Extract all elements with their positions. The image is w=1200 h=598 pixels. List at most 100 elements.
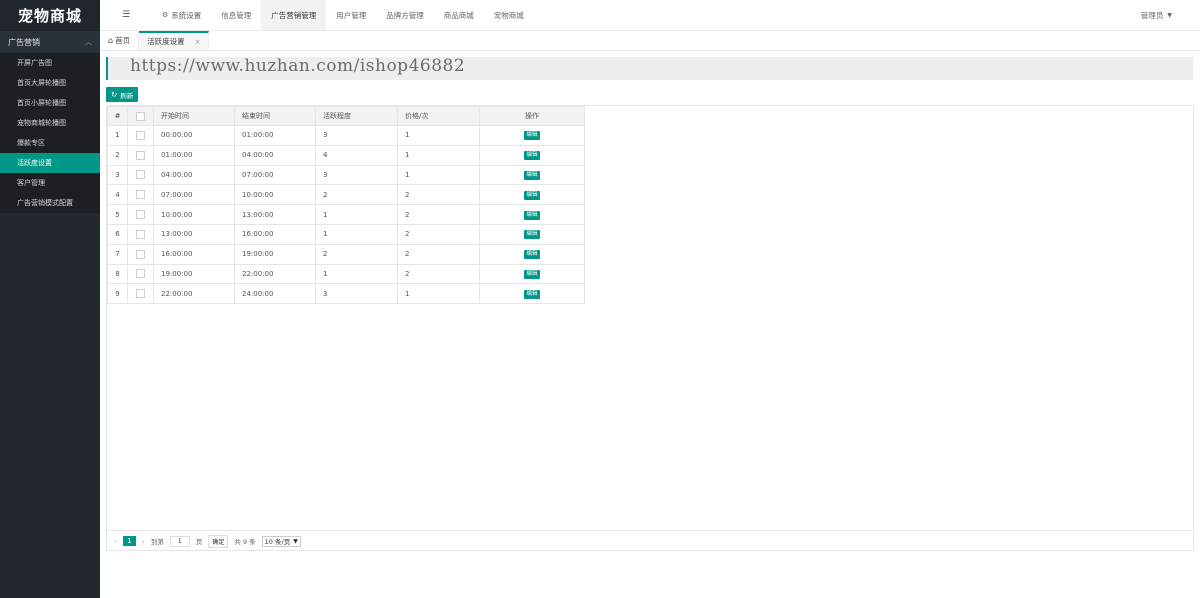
tab-label: 活跃度设置 bbox=[147, 37, 185, 46]
topnav-brand-management[interactable]: 品牌方管理 bbox=[376, 0, 434, 30]
row-activity-level: 2 bbox=[315, 243, 398, 265]
row-activity-level: 2 bbox=[315, 184, 398, 206]
row-end-time: 16:00:00 bbox=[234, 223, 316, 245]
row-checkbox[interactable] bbox=[136, 190, 145, 200]
next-page-icon[interactable]: › bbox=[142, 537, 145, 546]
page-size-select[interactable]: 10 条/页 ▼ bbox=[261, 535, 301, 547]
row-actions: 编辑 bbox=[479, 283, 585, 305]
sidebar-item-home-large-carousel[interactable]: 首页大屏轮播图 bbox=[0, 73, 100, 93]
row-price: 2 bbox=[397, 243, 480, 265]
menu-group-ad-marketing[interactable]: 广告营销 ︿ bbox=[0, 31, 100, 53]
row-index: 4 bbox=[107, 184, 128, 206]
home-icon: ⌂ bbox=[108, 36, 114, 45]
row-activity-level: 4 bbox=[315, 144, 398, 166]
row-index: 2 bbox=[107, 144, 128, 166]
sidebar-item-activity-settings[interactable]: 活跃度设置 bbox=[0, 153, 100, 173]
row-checkbox[interactable] bbox=[136, 210, 145, 220]
edit-button[interactable]: 编辑 bbox=[524, 151, 540, 161]
topnav-system-settings[interactable]: ⚙ 系统设置 bbox=[152, 0, 211, 30]
sidebar-item-splash-ad[interactable]: 开屏广告图 bbox=[0, 53, 100, 73]
sidebar-menu: 开屏广告图 首页大屏轮播图 首页小屏轮播图 宠物商城轮播图 爆款专区 活跃度设置… bbox=[0, 53, 100, 213]
header-activity-level: 活跃程度 bbox=[315, 106, 398, 126]
row-index: 8 bbox=[107, 263, 128, 285]
prev-page-icon[interactable]: ‹ bbox=[114, 537, 117, 546]
topnav-label: 系统设置 bbox=[171, 10, 202, 20]
row-checkbox[interactable] bbox=[136, 289, 145, 299]
row-actions: 编辑 bbox=[479, 223, 585, 245]
row-activity-level: 3 bbox=[315, 164, 398, 186]
edit-button[interactable]: 编辑 bbox=[524, 250, 540, 260]
pagination: ‹ 1 › 到第 1 页 确定 共 9 条 10 条/页 ▼ bbox=[106, 530, 1194, 551]
table-row[interactable]: 9 22:00:00 24:00:00 3 1 编辑 bbox=[107, 283, 585, 305]
refresh-button[interactable]: ↻ 刷新 bbox=[106, 87, 139, 102]
sidebar-item-pet-mall-carousel[interactable]: 宠物商城轮播图 bbox=[0, 113, 100, 133]
row-index: 7 bbox=[107, 243, 128, 265]
row-checkbox[interactable] bbox=[136, 229, 145, 239]
table-row[interactable]: 6 13:00:00 16:00:00 1 2 编辑 bbox=[107, 223, 585, 245]
row-checkbox-cell bbox=[127, 263, 154, 285]
row-activity-level: 3 bbox=[315, 125, 398, 146]
topnav-user-management[interactable]: 用户管理 bbox=[326, 0, 376, 30]
row-checkbox[interactable] bbox=[136, 170, 145, 180]
select-all-checkbox[interactable] bbox=[136, 111, 145, 121]
sidebar-item-customer-management[interactable]: 客户管理 bbox=[0, 173, 100, 193]
row-index: 6 bbox=[107, 223, 128, 245]
menu-toggle-icon[interactable]: ☰ bbox=[100, 0, 152, 30]
row-end-time: 13:00:00 bbox=[234, 204, 316, 225]
table-row[interactable]: 8 19:00:00 22:00:00 1 2 编辑 bbox=[107, 263, 585, 285]
chevron-down-icon: ▼ bbox=[293, 537, 298, 545]
close-icon[interactable]: × bbox=[195, 38, 201, 46]
row-price: 2 bbox=[397, 223, 480, 245]
row-actions: 编辑 bbox=[479, 184, 585, 206]
user-menu[interactable]: 管理员 ▼ bbox=[1141, 0, 1200, 30]
row-price: 2 bbox=[397, 204, 480, 225]
table-row[interactable]: 2 01:00:00 04:00:00 4 1 编辑 bbox=[107, 144, 585, 166]
row-end-time: 10:00:00 bbox=[234, 184, 316, 206]
sidebar-item-home-small-carousel[interactable]: 首页小屏轮播图 bbox=[0, 93, 100, 113]
table-row[interactable]: 3 04:00:00 07:00:00 3 1 编辑 bbox=[107, 164, 585, 186]
topnav-pet-mall[interactable]: 宠物商城 bbox=[484, 0, 534, 30]
row-checkbox[interactable] bbox=[136, 150, 145, 160]
current-page[interactable]: 1 bbox=[123, 536, 136, 546]
edit-button[interactable]: 编辑 bbox=[524, 230, 540, 240]
top-nav: ⚙ 系统设置 信息管理 广告营销管理 用户管理 品牌方管理 商品商城 宠物商城 bbox=[152, 0, 534, 30]
table-row[interactable]: 7 16:00:00 19:00:00 2 2 编辑 bbox=[107, 243, 585, 265]
table-row[interactable]: 1 00:00:00 01:00:00 3 1 编辑 bbox=[107, 125, 585, 146]
row-checkbox[interactable] bbox=[136, 130, 145, 140]
row-checkbox-cell bbox=[127, 125, 154, 146]
row-start-time: 16:00:00 bbox=[153, 243, 235, 265]
page-number-input[interactable]: 1 bbox=[169, 535, 190, 547]
edit-button[interactable]: 编辑 bbox=[524, 210, 540, 220]
refresh-label: 刷新 bbox=[120, 91, 134, 100]
confirm-page-button[interactable]: 确定 bbox=[208, 534, 229, 548]
row-actions: 编辑 bbox=[479, 164, 585, 186]
row-end-time: 01:00:00 bbox=[234, 125, 316, 146]
row-checkbox[interactable] bbox=[136, 269, 145, 279]
sidebar-item-ad-mode-config[interactable]: 广告营销模式配置 bbox=[0, 193, 100, 213]
row-start-time: 00:00:00 bbox=[153, 125, 235, 146]
row-checkbox[interactable] bbox=[136, 249, 145, 259]
table-row[interactable]: 4 07:00:00 10:00:00 2 2 编辑 bbox=[107, 184, 585, 206]
topnav-info-management[interactable]: 信息管理 bbox=[211, 0, 261, 30]
row-price: 1 bbox=[397, 164, 480, 186]
topnav-goods-mall[interactable]: 商品商城 bbox=[434, 0, 484, 30]
row-index: 5 bbox=[107, 204, 128, 225]
edit-button[interactable]: 编辑 bbox=[524, 131, 540, 141]
edit-button[interactable]: 编辑 bbox=[524, 289, 540, 299]
tab-home[interactable]: ⌂ 首页 bbox=[100, 31, 140, 50]
edit-button[interactable]: 编辑 bbox=[524, 190, 540, 200]
header-select-all[interactable] bbox=[127, 106, 154, 126]
row-checkbox-cell bbox=[127, 164, 154, 186]
tab-bar: ⌂ 首页 活跃度设置 × bbox=[100, 31, 1200, 51]
topnav-ad-marketing[interactable]: 广告营销管理 bbox=[261, 0, 327, 30]
edit-button[interactable]: 编辑 bbox=[524, 170, 540, 180]
sidebar-item-hot-zone[interactable]: 爆款专区 bbox=[0, 133, 100, 153]
edit-button[interactable]: 编辑 bbox=[524, 269, 540, 279]
row-actions: 编辑 bbox=[479, 243, 585, 265]
tab-activity-settings[interactable]: 活跃度设置 × bbox=[139, 31, 210, 50]
row-price: 1 bbox=[397, 144, 480, 166]
row-actions: 编辑 bbox=[479, 125, 585, 146]
row-price: 2 bbox=[397, 263, 480, 285]
table-row[interactable]: 5 10:00:00 13:00:00 1 2 编辑 bbox=[107, 204, 585, 225]
row-index: 9 bbox=[107, 283, 128, 305]
